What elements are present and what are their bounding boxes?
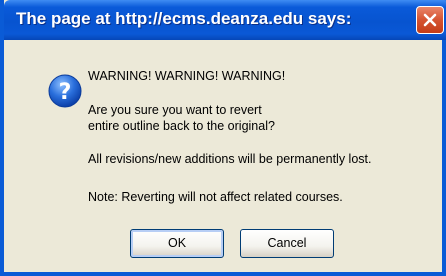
message-line: Are you sure you want to revert (88, 103, 262, 117)
message-note: Note: Reverting will not affect related … (88, 190, 343, 204)
ok-button[interactable]: OK (130, 229, 224, 258)
svg-text:?: ? (59, 80, 72, 105)
dialog-title: The page at http://ecms.deanza.edu says: (16, 9, 352, 28)
close-button[interactable] (416, 6, 444, 34)
warning-heading: WARNING! WARNING! WARNING! (88, 69, 286, 83)
question-icon: ? (48, 74, 82, 108)
message-line: entire outline back to the original? (88, 119, 275, 133)
cancel-button[interactable]: Cancel (240, 229, 334, 258)
close-icon (423, 13, 437, 27)
message-line: All revisions/new additions will be perm… (88, 152, 372, 166)
title-bar[interactable]: The page at http://ecms.deanza.edu says: (4, 0, 446, 40)
